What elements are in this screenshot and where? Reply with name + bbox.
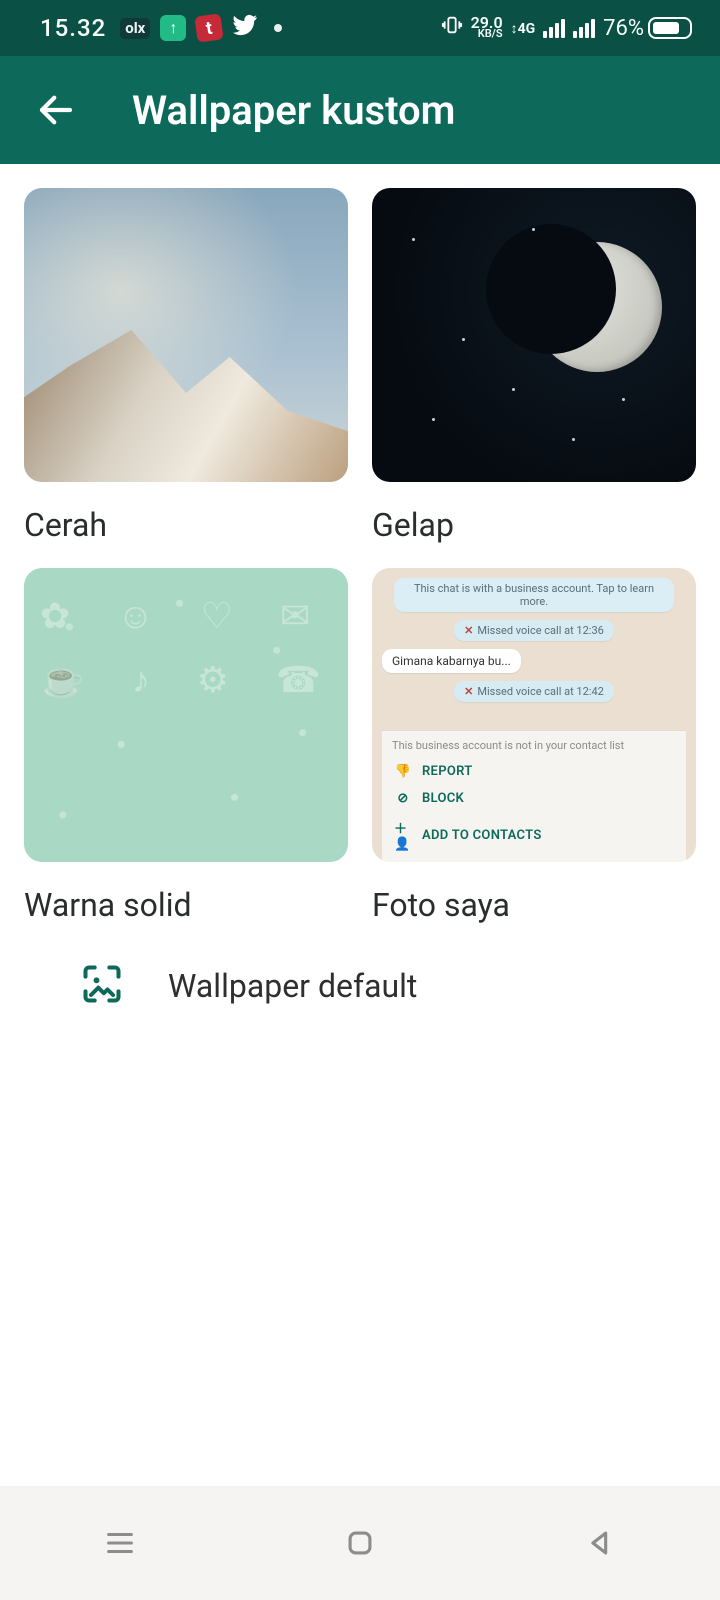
status-bar: 15.32 olx ↑ t 29.0 KB/S ↕4G 76%	[0, 0, 720, 56]
twitter-notif-icon	[232, 12, 258, 44]
chat-missed-call-pill: ✕Missed voice call at 12:42	[454, 681, 614, 702]
chat-missed-call-pill: ✕Missed voice call at 12:36	[454, 620, 614, 641]
upload-notif-icon: ↑	[160, 15, 186, 41]
wallpaper-default-label: Wallpaper default	[168, 967, 417, 1005]
nav-back-button[interactable]	[540, 1513, 660, 1573]
system-nav-bar	[0, 1486, 720, 1600]
moon-icon	[532, 242, 662, 372]
chat-bubble: Gimana kabarnya bu...	[382, 649, 521, 673]
wallpaper-option-gelap[interactable]: Gelap	[372, 188, 696, 544]
app-notif-icon: t	[195, 13, 224, 42]
arrow-left-icon	[35, 89, 77, 131]
wallpaper-label: Foto saya	[372, 886, 696, 924]
chat-action-add: ＋👤ADD TO CONTACTS	[392, 812, 676, 858]
wallpaper-thumb-myphotos: This chat is with a business account. Ta…	[372, 568, 696, 862]
thumb-down-icon: 👎	[394, 764, 412, 779]
wallpaper-default-icon	[80, 962, 124, 1010]
battery-indicator: 76%	[603, 16, 692, 41]
wallpaper-label: Gelap	[372, 506, 696, 544]
wallpaper-default-button[interactable]: Wallpaper default	[24, 924, 696, 1010]
chat-action-report: 👎REPORT	[392, 758, 676, 785]
wallpaper-label: Cerah	[24, 506, 348, 544]
clock: 15.32	[40, 14, 106, 42]
wallpaper-thumb-cerah	[24, 188, 348, 482]
wallpaper-options: Cerah Gelap Warna solid	[0, 164, 720, 1010]
wallpaper-thumb-gelap	[372, 188, 696, 482]
menu-icon	[103, 1526, 137, 1560]
wallpaper-option-myphotos[interactable]: This chat is with a business account. Ta…	[372, 568, 696, 924]
battery-icon	[648, 17, 692, 39]
add-contact-icon: ＋👤	[394, 818, 412, 852]
signal-1-icon	[543, 19, 565, 38]
nav-home-button[interactable]	[300, 1513, 420, 1573]
chat-info-pill: This chat is with a business account. Ta…	[394, 578, 674, 612]
net-speed-indicator: 29.0 KB/S	[471, 17, 503, 39]
more-notif-dot-icon	[274, 24, 282, 32]
vibrate-icon	[441, 13, 463, 43]
page-title: Wallpaper kustom	[132, 87, 455, 134]
signal-2-icon	[573, 19, 595, 38]
olx-notif-icon: olx	[120, 18, 150, 39]
wallpaper-label: Warna solid	[24, 886, 348, 924]
mobile-data-icon: ↕4G	[511, 20, 536, 37]
app-bar: Wallpaper kustom	[0, 56, 720, 164]
back-button[interactable]	[30, 84, 82, 136]
wallpaper-option-cerah[interactable]: Cerah	[24, 188, 348, 544]
chat-action-block: ⊘BLOCK	[392, 785, 676, 812]
chat-contact-note: This business account is not in your con…	[392, 739, 676, 752]
nav-recents-button[interactable]	[60, 1513, 180, 1573]
wallpaper-thumb-solid	[24, 568, 348, 862]
triangle-left-icon	[583, 1526, 617, 1560]
block-icon: ⊘	[394, 791, 412, 806]
square-icon	[343, 1526, 377, 1560]
wallpaper-option-solid[interactable]: Warna solid	[24, 568, 348, 924]
